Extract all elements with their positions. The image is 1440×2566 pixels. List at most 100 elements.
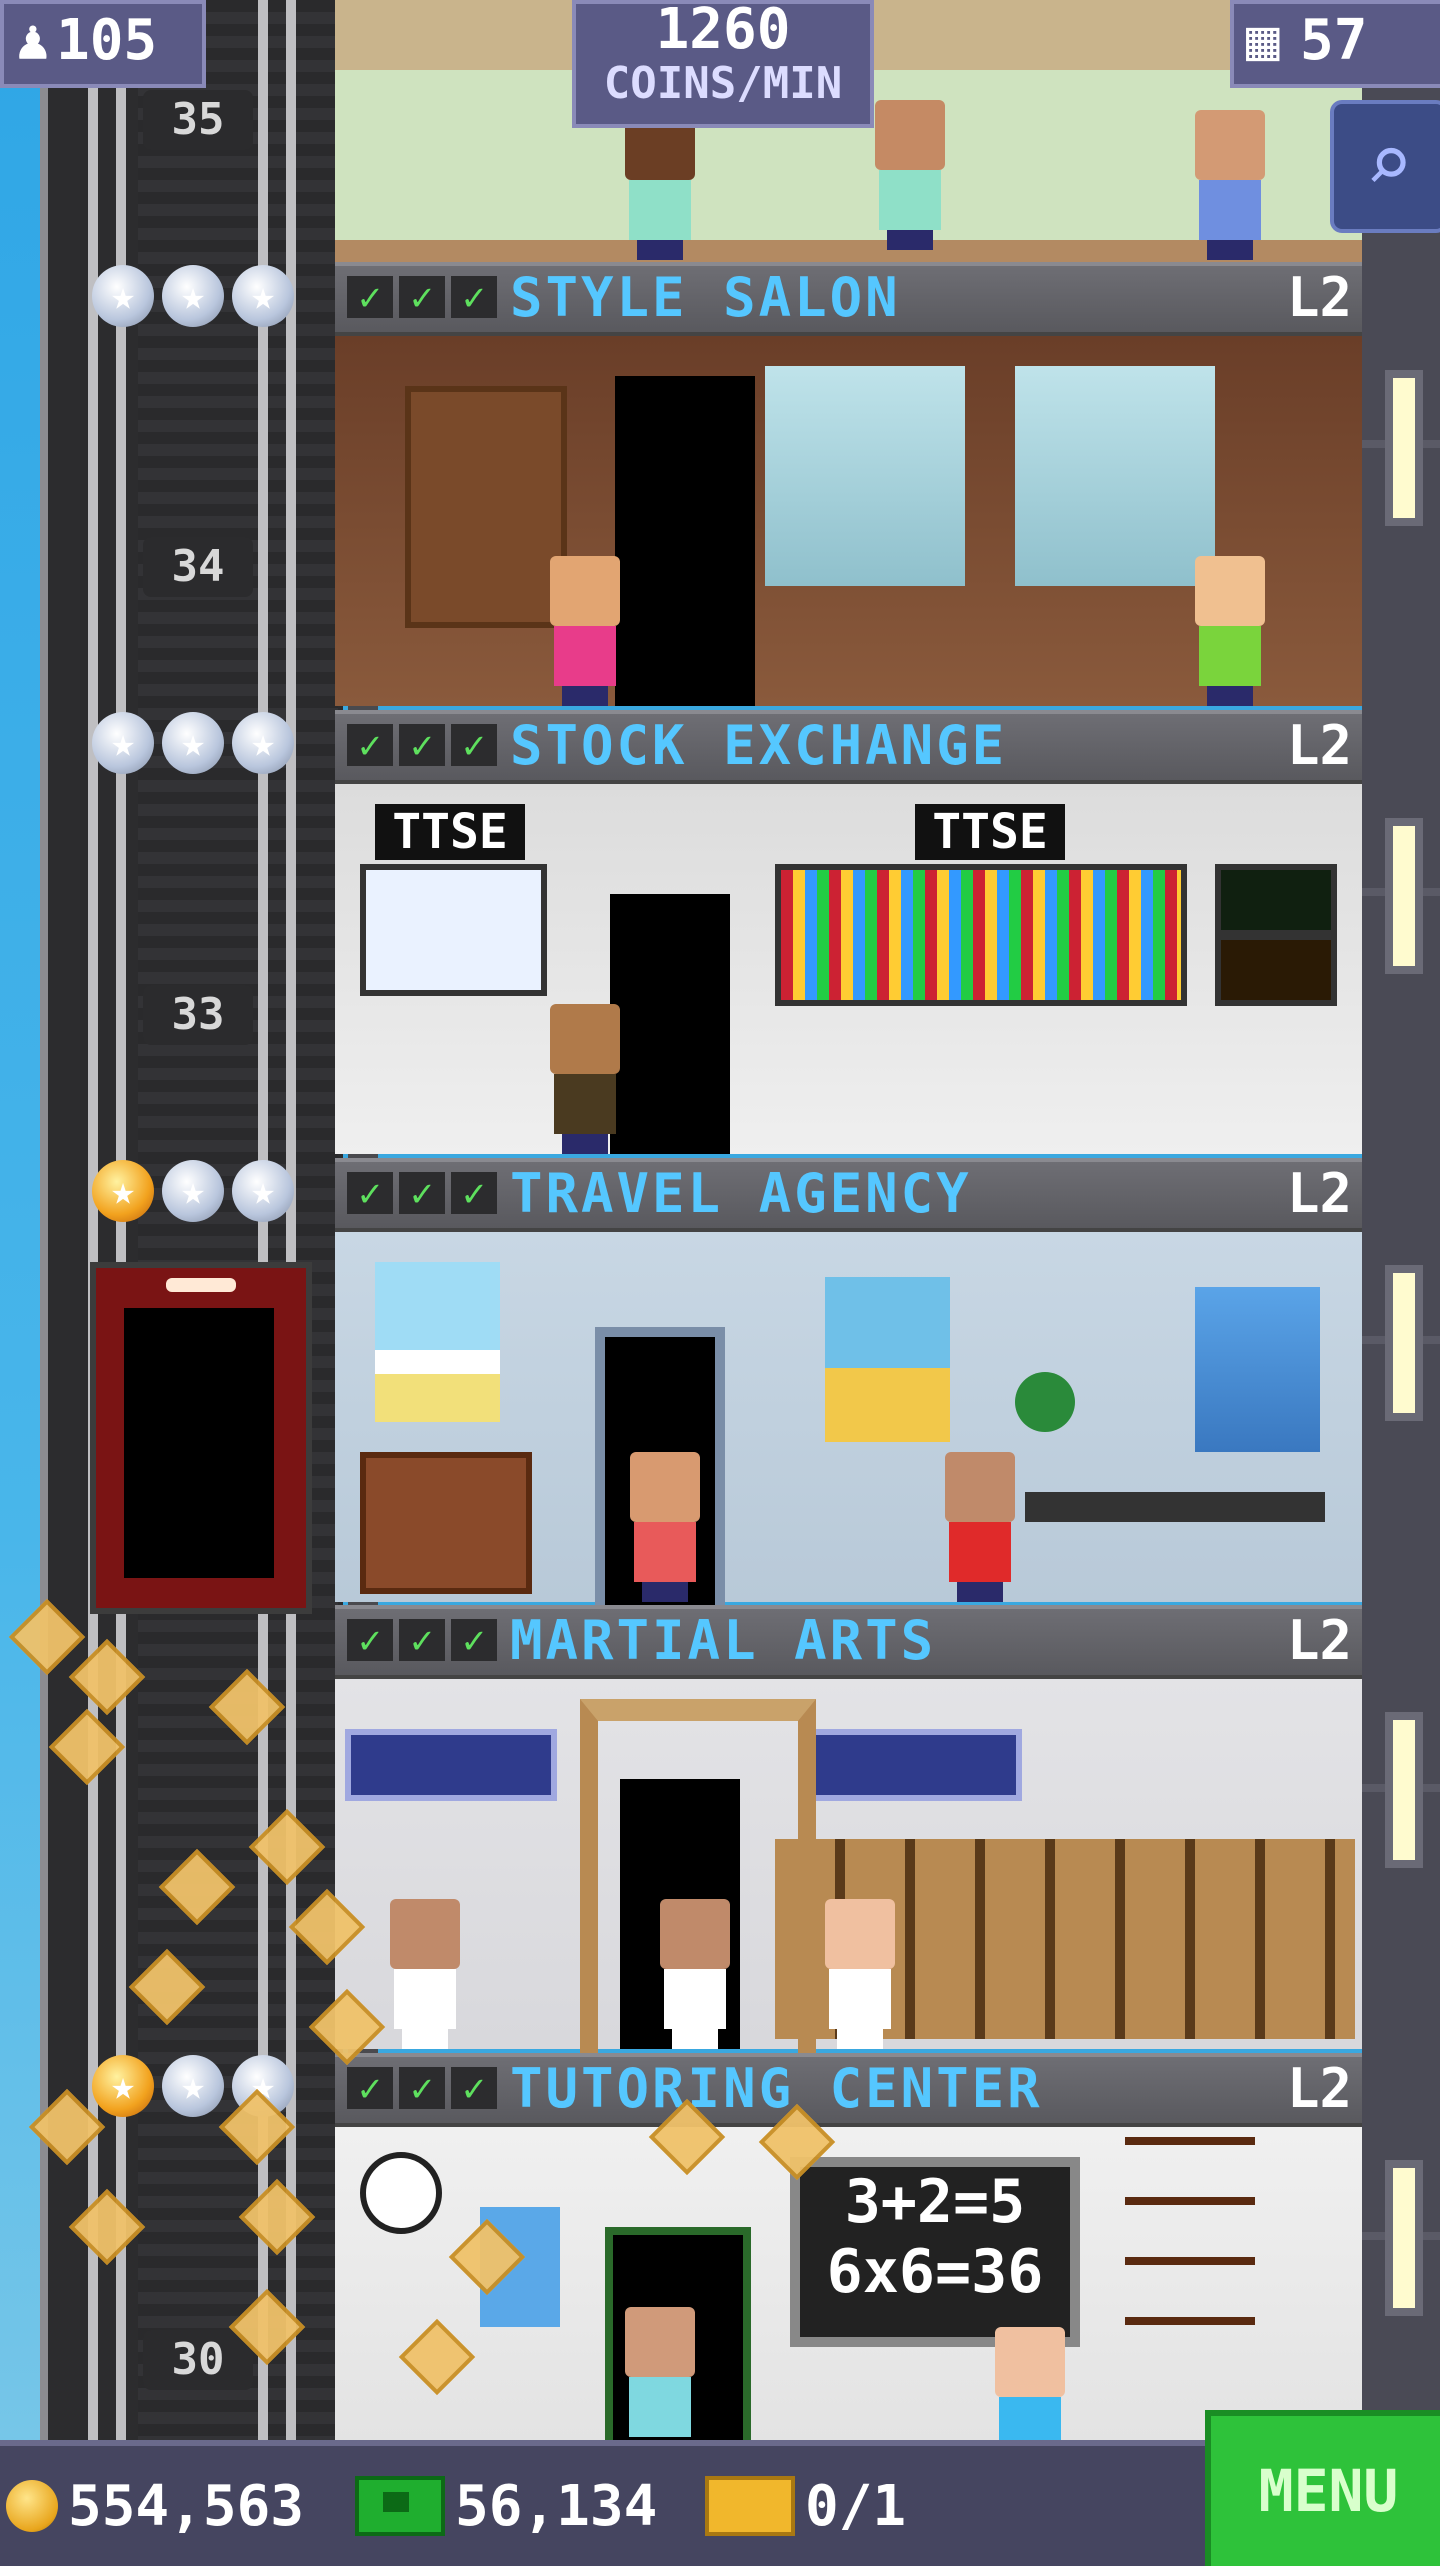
floor-banner[interactable]: ✓ ✓ ✓ STYLE SALON L2 bbox=[335, 262, 1362, 336]
clock-icon bbox=[360, 2152, 442, 2234]
star-icon: ★ bbox=[232, 712, 294, 774]
stock-checks: ✓ ✓ ✓ bbox=[347, 2067, 497, 2109]
gold-star-icon: ★ bbox=[92, 2055, 154, 2117]
floor-name: STOCK EXCHANGE bbox=[510, 714, 1008, 777]
resident[interactable] bbox=[1185, 110, 1275, 260]
coin-icon bbox=[6, 2480, 58, 2532]
check-icon: ✓ bbox=[347, 1619, 393, 1661]
coins-per-min-value: 1260 bbox=[655, 0, 791, 62]
desk bbox=[1025, 1492, 1325, 1522]
dojo-sign bbox=[810, 1729, 1022, 1801]
floor-banner[interactable]: ✓ ✓ ✓ STOCK EXCHANGE L2 bbox=[335, 710, 1362, 784]
coins-display[interactable]: 554,563 bbox=[6, 2446, 304, 2566]
floor-banner[interactable]: ✓ ✓ ✓ TRAVEL AGENCY L2 bbox=[335, 1158, 1362, 1232]
tickets-display[interactable]: 0/1 bbox=[705, 2446, 906, 2566]
chalkboard: 3+2=5 6x6=36 bbox=[790, 2157, 1080, 2347]
orange-monitor bbox=[1215, 934, 1337, 1006]
stock-checks: ✓ ✓ ✓ bbox=[347, 1172, 497, 1214]
room-interior bbox=[335, 1679, 1362, 2071]
room-interior bbox=[335, 336, 1362, 706]
star-icon: ★ bbox=[162, 2055, 224, 2117]
resident[interactable] bbox=[620, 1452, 710, 1602]
person-icon: ♟ bbox=[16, 8, 50, 73]
resident[interactable] bbox=[540, 556, 630, 706]
coins-per-min-display[interactable]: 1260 COINS/MIN bbox=[572, 0, 874, 128]
search-button[interactable]: ⌕ bbox=[1330, 100, 1440, 233]
mirror bbox=[1015, 366, 1215, 586]
building-right-frame bbox=[1362, 0, 1440, 2440]
floors-counter[interactable]: ▦ 57 bbox=[1230, 0, 1440, 88]
bridge-poster bbox=[1195, 1287, 1320, 1452]
boat-poster bbox=[375, 1262, 500, 1422]
bux-icon bbox=[355, 2476, 445, 2536]
tickets-value: 0/1 bbox=[805, 2473, 907, 2539]
star-icon: ★ bbox=[162, 1160, 224, 1222]
bux-display[interactable]: 56,134 bbox=[355, 2446, 657, 2566]
room-interior bbox=[335, 1232, 1362, 1622]
menu-button[interactable]: MENU bbox=[1205, 2410, 1440, 2566]
resident[interactable] bbox=[1185, 556, 1275, 706]
population-counter[interactable]: ♟ 105 bbox=[0, 0, 206, 88]
check-icon: ✓ bbox=[399, 2067, 445, 2109]
gold-star-icon: ★ bbox=[92, 1160, 154, 1222]
floor-name: STYLE SALON bbox=[510, 266, 901, 329]
building-window bbox=[1385, 1265, 1423, 1421]
floor-level: L2 bbox=[1286, 1609, 1352, 1672]
floor-name: TUTORING CENTER bbox=[510, 2057, 1043, 2120]
floor-number-33: 33 bbox=[143, 985, 253, 1045]
floor-rating-stars: ★ ★ ★ bbox=[92, 1160, 312, 1230]
chalkboard-line: 3+2=5 bbox=[844, 2167, 1026, 2237]
bux-value: 56,134 bbox=[455, 2473, 658, 2539]
resident[interactable] bbox=[380, 1899, 470, 2049]
star-icon: ★ bbox=[232, 1160, 294, 1222]
check-icon: ✓ bbox=[399, 1172, 445, 1214]
building-window bbox=[1385, 2160, 1423, 2316]
globe bbox=[1015, 1372, 1075, 1432]
ticker-wall bbox=[775, 864, 1187, 1006]
elevator-car[interactable] bbox=[90, 1262, 312, 1614]
floor-level: L2 bbox=[1286, 1162, 1352, 1225]
building-window bbox=[1385, 818, 1423, 974]
floor-banner[interactable]: ✓ ✓ ✓ MARTIAL ARTS L2 bbox=[335, 1605, 1362, 1679]
floor-number-30: 30 bbox=[143, 2330, 253, 2390]
doorway bbox=[615, 376, 755, 706]
star-icon: ★ bbox=[162, 712, 224, 774]
check-icon: ✓ bbox=[347, 1172, 393, 1214]
coins-per-min-label: COINS/MIN bbox=[603, 58, 843, 109]
room-interior: TTSE TTSE bbox=[335, 784, 1362, 1154]
check-icon: ✓ bbox=[347, 724, 393, 766]
ticket-icon bbox=[705, 2476, 795, 2536]
floor-level: L2 bbox=[1286, 266, 1352, 329]
check-icon: ✓ bbox=[399, 1619, 445, 1661]
resident[interactable] bbox=[935, 1452, 1025, 1602]
floor-level: L2 bbox=[1286, 2057, 1352, 2120]
floor-rating-stars: ★ ★ ★ bbox=[92, 265, 312, 335]
resident[interactable] bbox=[650, 1899, 740, 2049]
search-icon: ⌕ bbox=[1364, 117, 1414, 210]
resident[interactable] bbox=[540, 1004, 630, 1154]
resident[interactable] bbox=[615, 110, 705, 260]
resident[interactable] bbox=[865, 100, 955, 250]
floor-name: TRAVEL AGENCY bbox=[510, 1162, 972, 1225]
floor-number-34: 34 bbox=[143, 537, 253, 597]
resident[interactable] bbox=[615, 2307, 705, 2457]
check-icon: ✓ bbox=[451, 1619, 497, 1661]
star-icon: ★ bbox=[232, 265, 294, 327]
floor-rating-stars: ★ ★ ★ bbox=[92, 712, 312, 782]
elevator-light bbox=[166, 1278, 236, 1292]
ttse-sign: TTSE bbox=[915, 804, 1065, 860]
green-monitor bbox=[1215, 864, 1337, 936]
resident[interactable] bbox=[815, 1899, 905, 2049]
building-icon: ▦ bbox=[1246, 8, 1280, 73]
floor-banner[interactable]: ✓ ✓ ✓ TUTORING CENTER L2 bbox=[335, 2053, 1362, 2127]
floor-name: MARTIAL ARTS bbox=[510, 1609, 937, 1672]
population-value: 105 bbox=[56, 8, 158, 73]
chalkboard-line: 6x6=36 bbox=[826, 2237, 1044, 2307]
building-window bbox=[1385, 370, 1423, 526]
beach-poster bbox=[825, 1277, 950, 1442]
star-icon: ★ bbox=[92, 712, 154, 774]
bookshelf bbox=[1125, 2137, 1255, 2327]
check-icon: ✓ bbox=[451, 724, 497, 766]
brochure-rack bbox=[360, 1452, 532, 1594]
stock-checks: ✓ ✓ ✓ bbox=[347, 1619, 497, 1661]
